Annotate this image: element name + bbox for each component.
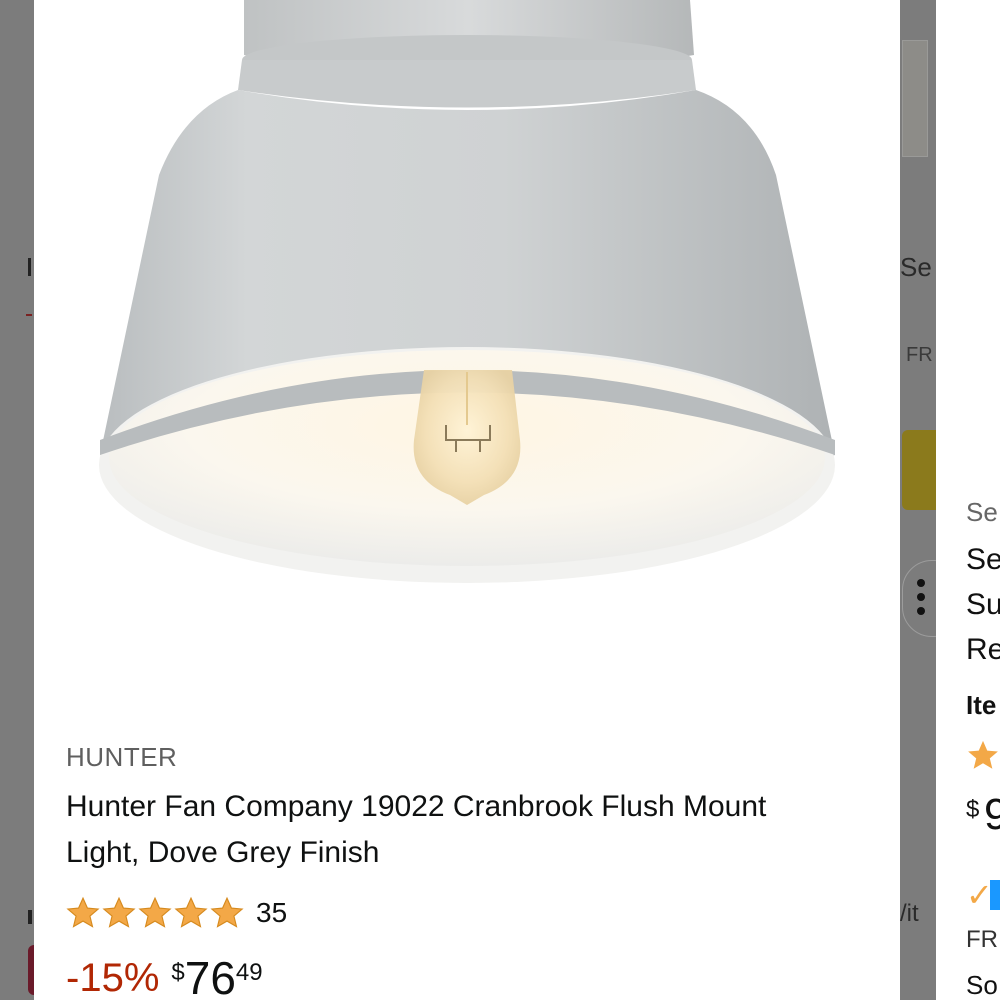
background-label: Se bbox=[900, 252, 932, 282]
star-rating bbox=[66, 896, 246, 930]
star-icon bbox=[968, 740, 998, 769]
background-label: FR bbox=[906, 344, 933, 366]
prime-check-icon: ✓ bbox=[966, 877, 993, 913]
ceiling-light-image[interactable] bbox=[94, 0, 854, 600]
next-card-text: Re bbox=[966, 633, 1000, 666]
price-fraction: 49 bbox=[235, 959, 263, 986]
rating-count: 35 bbox=[256, 897, 288, 928]
star-icon bbox=[174, 896, 208, 928]
price-row: -15% $ 76 49 bbox=[66, 950, 263, 1000]
next-card-text: Se bbox=[966, 497, 998, 527]
next-card-text: Su bbox=[966, 588, 1000, 621]
background-add-button bbox=[902, 430, 936, 510]
background-thumbnail bbox=[902, 40, 928, 157]
next-card-text: FR bbox=[966, 926, 998, 953]
next-card-text: Se bbox=[966, 543, 1000, 576]
rating-row[interactable]: 35 bbox=[66, 893, 287, 933]
prime-badge bbox=[990, 880, 1000, 910]
star-icon bbox=[102, 896, 136, 928]
star-icon bbox=[66, 896, 100, 928]
next-card-text: So bbox=[966, 970, 998, 1000]
star-icon bbox=[138, 896, 172, 928]
left-card-fragment bbox=[0, 258, 34, 278]
next-card-text: Ite bbox=[966, 690, 997, 720]
more-options-icon bbox=[917, 579, 925, 621]
background-left-card bbox=[0, 0, 34, 1000]
discount-badge: -15% bbox=[66, 956, 160, 1000]
product-card[interactable]: HUNTER Hunter Fan Company 19022 Cranbroo… bbox=[34, 0, 900, 1000]
next-card-price: 9 bbox=[984, 790, 1000, 839]
next-card-price-symbol: $ bbox=[966, 796, 980, 823]
star-icon bbox=[210, 896, 244, 928]
brand-name: HUNTER bbox=[66, 742, 178, 772]
price-whole: 76 bbox=[184, 952, 236, 1000]
price-symbol: $ bbox=[171, 959, 185, 986]
next-product-card[interactable]: Se Se Su Re Ite $ 9 ✓ FR So bbox=[936, 0, 1000, 1000]
background-label: /it bbox=[900, 900, 919, 927]
price: $ 76 49 bbox=[171, 950, 262, 1000]
product-title[interactable]: Hunter Fan Company 19022 Cranbrook Flush… bbox=[66, 784, 826, 876]
